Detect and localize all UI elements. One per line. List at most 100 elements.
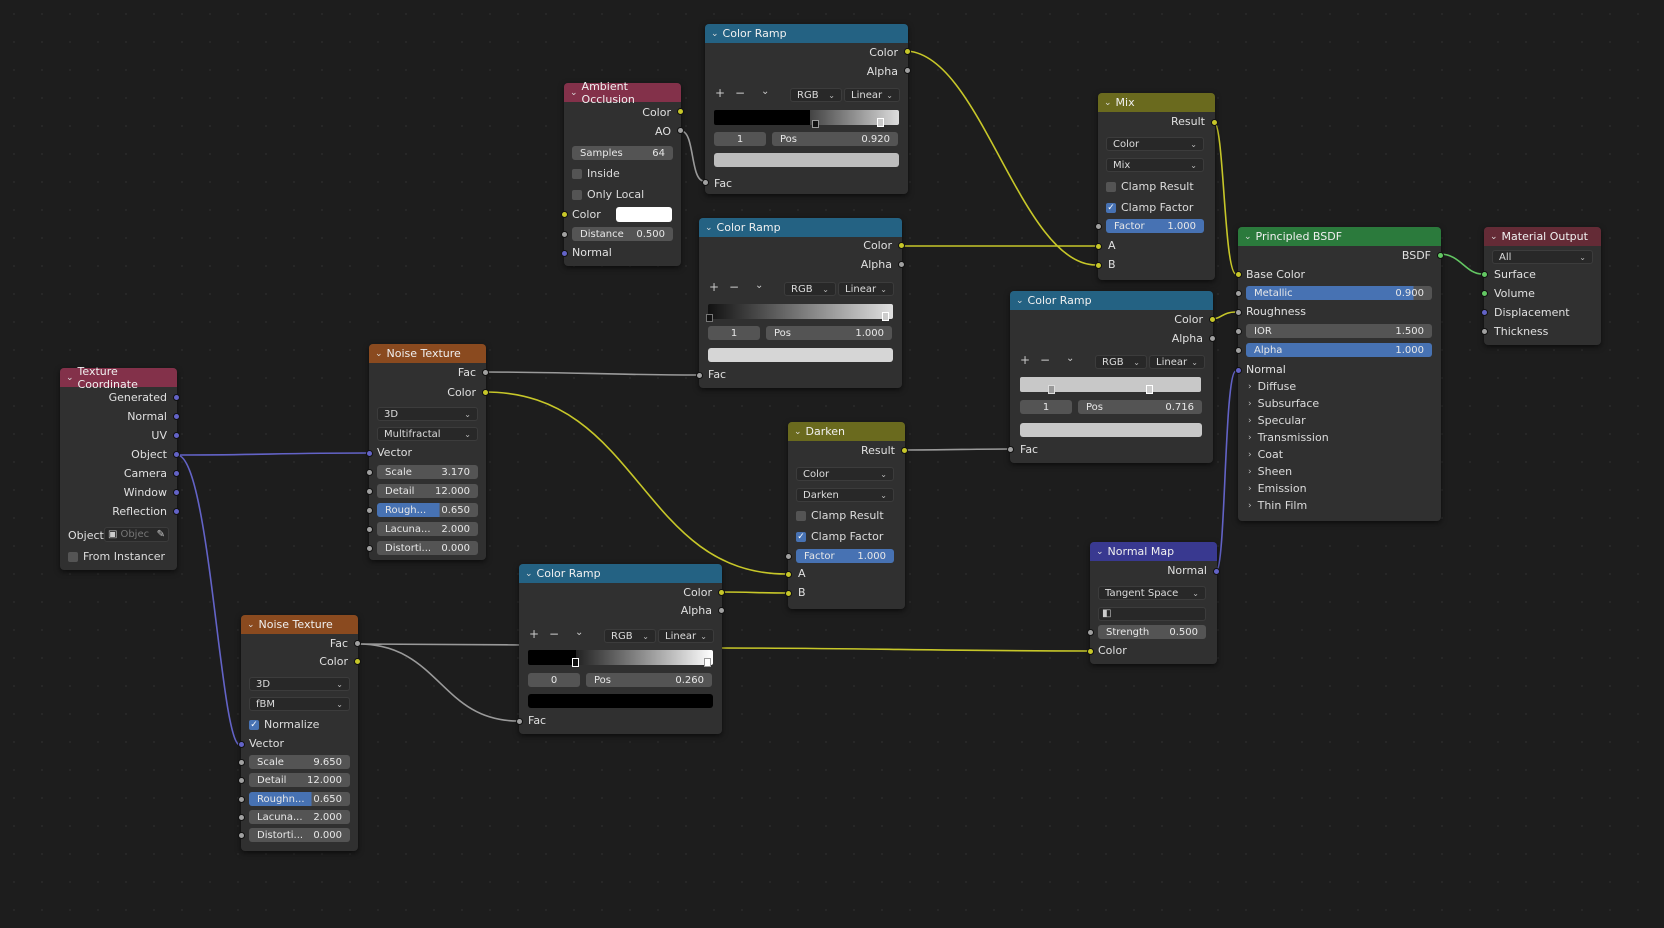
ior-field[interactable]: IOR 1.500	[1246, 324, 1432, 338]
socket-out-generated[interactable]	[173, 394, 180, 401]
socket-in-factor[interactable]	[1095, 223, 1102, 230]
clamp-result-checkbox[interactable]: Clamp Result	[796, 509, 884, 522]
panel-subsurface[interactable]: › Subsurface	[1248, 397, 1319, 410]
socket-in-alpha[interactable]	[1235, 347, 1242, 354]
detail-field[interactable]: Detail 12.000	[377, 484, 478, 498]
socket-in-surface[interactable]	[1481, 271, 1488, 278]
node-material-output[interactable]: ⌄ Material Output All ⌄ Surface Volume Dis…	[1481, 227, 1601, 345]
socket-in-fac[interactable]	[1007, 446, 1014, 453]
scale-field[interactable]: Scale 3.170	[377, 465, 478, 479]
socket-out-color[interactable]	[898, 242, 905, 249]
node-principled-bsdf[interactable]: ⌄ Principled BSDF BSDF Base Color Metalli…	[1235, 227, 1444, 521]
socket-in-factor[interactable]	[785, 553, 792, 560]
socket-in-distance[interactable]	[561, 231, 568, 238]
stop-index-field[interactable]: 1	[708, 326, 760, 340]
node-header[interactable]: ⌄ Color Ramp	[705, 24, 908, 43]
socket-in-vector[interactable]	[366, 450, 373, 457]
lacunarity-field[interactable]: Lacuna... 2.000	[249, 810, 350, 824]
roughness-field[interactable]: Rough... 0.650	[377, 503, 478, 517]
socket-out-color[interactable]	[718, 589, 725, 596]
socket-in-b[interactable]	[785, 590, 792, 597]
ramp-menu-chevron-icon[interactable]: ⌄	[761, 86, 769, 97]
stop-color-swatch[interactable]	[708, 348, 893, 362]
panel-diffuse[interactable]: › Diffuse	[1248, 380, 1296, 393]
node-ambient-occlusion[interactable]: ⌄ Ambient Occlusion Color AO Samples 64 In…	[561, 80, 684, 266]
socket-in-displacement[interactable]	[1481, 309, 1488, 316]
stop-position-field[interactable]: Pos 0.716	[1078, 400, 1202, 414]
detail-field[interactable]: Detail 12.000	[249, 773, 350, 787]
ramp-stop-handle[interactable]	[706, 314, 713, 322]
collapse-chevron-icon[interactable]: ⌄	[66, 373, 74, 383]
socket-in-distortion[interactable]	[238, 832, 245, 839]
remove-stop-icon[interactable]: −	[729, 280, 739, 294]
distortion-field[interactable]: Distorti... 0.000	[249, 828, 350, 842]
add-stop-icon[interactable]: +	[529, 627, 539, 641]
socket-out-camera[interactable]	[173, 470, 180, 477]
node-noise-texture-1[interactable]: ⌄ Noise Texture Fac Color 3D ⌄ Multifracta…	[366, 344, 489, 560]
node-noise-texture-2[interactable]: ⌄ Noise Texture Fac Color 3D ⌄ fBM ⌄ ✓ Norma…	[238, 615, 361, 851]
node-header[interactable]: ⌄ Material Output	[1484, 227, 1601, 246]
socket-in-base-color[interactable]	[1235, 271, 1242, 278]
socket-in-distortion[interactable]	[366, 545, 373, 552]
socket-out-normal[interactable]	[1213, 568, 1220, 575]
color-mode-dropdown[interactable]: RGB ⌄	[790, 88, 842, 102]
dimensions-dropdown[interactable]: 3D ⌄	[249, 677, 350, 691]
clamp-factor-checkbox[interactable]: ✓ Clamp Factor	[1106, 201, 1193, 214]
stop-color-swatch[interactable]	[714, 153, 899, 167]
noise-type-dropdown[interactable]: Multifractal ⌄	[377, 427, 478, 441]
remove-stop-icon[interactable]: −	[549, 627, 559, 641]
ramp-menu-chevron-icon[interactable]: ⌄	[755, 280, 763, 291]
color-ramp-gradient[interactable]	[714, 110, 899, 125]
node-header[interactable]: ⌄ Ambient Occlusion	[564, 80, 681, 106]
socket-in-roughness[interactable]	[366, 507, 373, 514]
node-header[interactable]: ⌄ Color Ramp	[1010, 291, 1213, 310]
socket-in-color[interactable]	[561, 211, 568, 218]
space-dropdown[interactable]: Tangent Space ⌄	[1098, 586, 1206, 600]
socket-out-fac[interactable]	[354, 640, 361, 647]
color-mode-dropdown[interactable]: RGB ⌄	[1095, 355, 1147, 369]
socket-out-alpha[interactable]	[898, 261, 905, 268]
ramp-stop-handle[interactable]	[704, 658, 711, 667]
socket-out-normal[interactable]	[173, 413, 180, 420]
blend-mode-dropdown[interactable]: Mix ⌄	[1106, 158, 1204, 172]
socket-in-detail[interactable]	[238, 777, 245, 784]
color-ramp-gradient[interactable]	[528, 650, 713, 665]
socket-out-fac[interactable]	[482, 369, 489, 376]
socket-in-roughness[interactable]	[238, 796, 245, 803]
node-header[interactable]: ⌄ Texture Coordinate	[60, 365, 177, 391]
ramp-stop-handle-active[interactable]	[877, 118, 884, 127]
socket-in-fac[interactable]	[702, 179, 709, 186]
socket-out-bsdf[interactable]	[1437, 252, 1444, 259]
stop-position-field[interactable]: Pos 0.260	[586, 673, 712, 687]
socket-out-color[interactable]	[482, 389, 489, 396]
render-target-dropdown[interactable]: All ⌄	[1492, 250, 1593, 264]
socket-in-fac[interactable]	[696, 372, 703, 379]
collapse-chevron-icon[interactable]: ⌄	[711, 29, 719, 39]
factor-field[interactable]: Factor 1.000	[796, 549, 894, 563]
socket-in-lacunarity[interactable]	[366, 526, 373, 533]
socket-in-normal[interactable]	[1235, 367, 1242, 374]
collapse-chevron-icon[interactable]: ⌄	[247, 620, 255, 630]
ramp-menu-chevron-icon[interactable]: ⌄	[575, 627, 583, 638]
socket-out-alpha[interactable]	[718, 607, 725, 614]
socket-in-thickness[interactable]	[1481, 328, 1488, 335]
socket-out-object[interactable]	[173, 451, 180, 458]
ramp-stop-handle-active[interactable]	[1146, 385, 1153, 394]
socket-out-color[interactable]	[1209, 316, 1216, 323]
panel-sheen[interactable]: › Sheen	[1248, 465, 1292, 478]
noise-type-dropdown[interactable]: fBM ⌄	[249, 697, 350, 711]
distortion-field[interactable]: Distorti... 0.000	[377, 541, 478, 555]
stop-color-swatch[interactable]	[1020, 423, 1202, 437]
node-texture-coordinate[interactable]: ⌄ Texture Coordinate Generated Normal UV …	[60, 365, 180, 570]
collapse-chevron-icon[interactable]: ⌄	[794, 427, 802, 437]
node-header[interactable]: ⌄ Noise Texture	[241, 615, 358, 634]
object-picker[interactable]: ▣ Objec ✎	[104, 527, 169, 542]
node-normal-map[interactable]: ⌄ Normal Map Normal Tangent Space ⌄ ◧ Stre…	[1087, 542, 1220, 664]
remove-stop-icon[interactable]: −	[1040, 353, 1050, 367]
data-type-dropdown[interactable]: Color ⌄	[1106, 137, 1204, 151]
panel-coat[interactable]: › Coat	[1248, 448, 1283, 461]
color-mode-dropdown[interactable]: RGB ⌄	[784, 282, 836, 296]
socket-in-b[interactable]	[1095, 262, 1102, 269]
eyedropper-icon[interactable]: ✎	[157, 529, 165, 540]
color-swatch-white[interactable]	[616, 207, 672, 222]
